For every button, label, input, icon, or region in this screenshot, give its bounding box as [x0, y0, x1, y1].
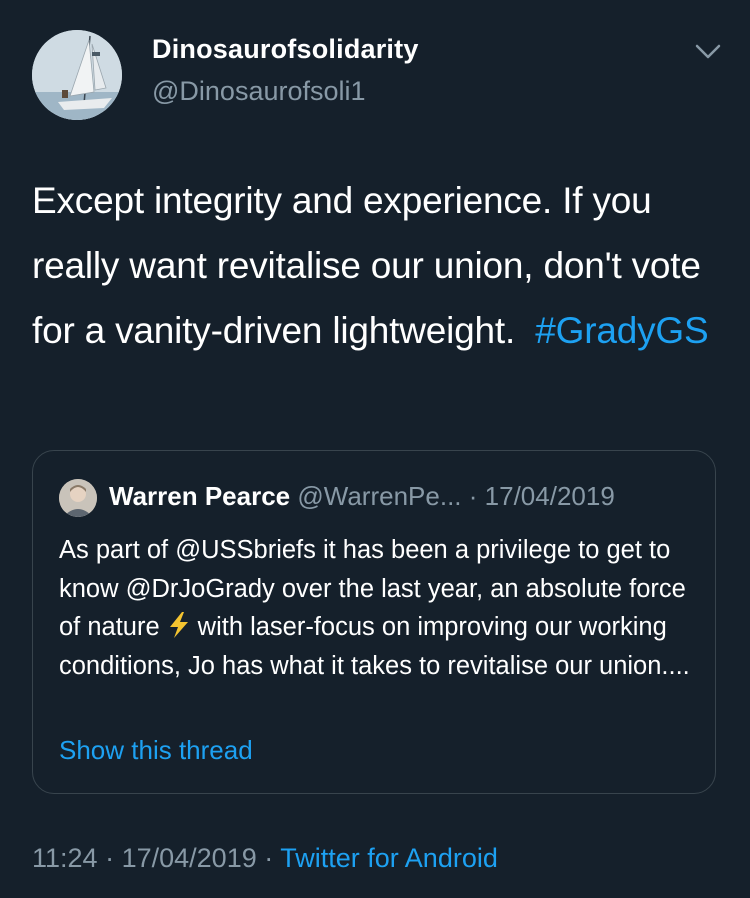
- author-handle[interactable]: @Dinosaurofsoli1: [152, 76, 366, 107]
- hashtag-link[interactable]: #GradyGS: [535, 310, 708, 351]
- footer-separator: ·: [105, 843, 115, 873]
- author-display-name[interactable]: Dinosaurofsolidarity: [152, 34, 419, 65]
- lightning-bolt-icon: [164, 610, 194, 640]
- quoted-date[interactable]: 17/04/2019: [485, 481, 615, 511]
- tweet-date[interactable]: 17/04/2019: [122, 843, 257, 873]
- person-avatar-image: [59, 479, 97, 517]
- quoted-tweet-card[interactable]: Warren Pearce @WarrenPe... · 17/04/2019 …: [32, 450, 716, 794]
- quoted-header: Warren Pearce @WarrenPe... · 17/04/2019: [109, 481, 615, 512]
- footer-separator-2: ·: [264, 843, 274, 873]
- author-avatar[interactable]: [32, 30, 122, 120]
- quoted-author-avatar[interactable]: [59, 479, 97, 517]
- tweet-footer: 11:24 · 17/04/2019 · Twitter for Android: [32, 843, 498, 874]
- show-thread-link[interactable]: Show this thread: [59, 735, 253, 766]
- quoted-text: As part of @USSbriefs it has been a priv…: [59, 531, 699, 685]
- chevron-down-icon[interactable]: [693, 40, 723, 62]
- sailboat-avatar-image: [32, 30, 122, 120]
- tweet-source-link[interactable]: Twitter for Android: [280, 843, 498, 873]
- quoted-display-name[interactable]: Warren Pearce: [109, 481, 290, 511]
- tweet-text: Except integrity and experience. If you …: [32, 168, 722, 363]
- tweet-time[interactable]: 11:24: [32, 843, 98, 873]
- quoted-separator: ·: [468, 481, 478, 511]
- quoted-handle[interactable]: @WarrenPe...: [297, 481, 461, 511]
